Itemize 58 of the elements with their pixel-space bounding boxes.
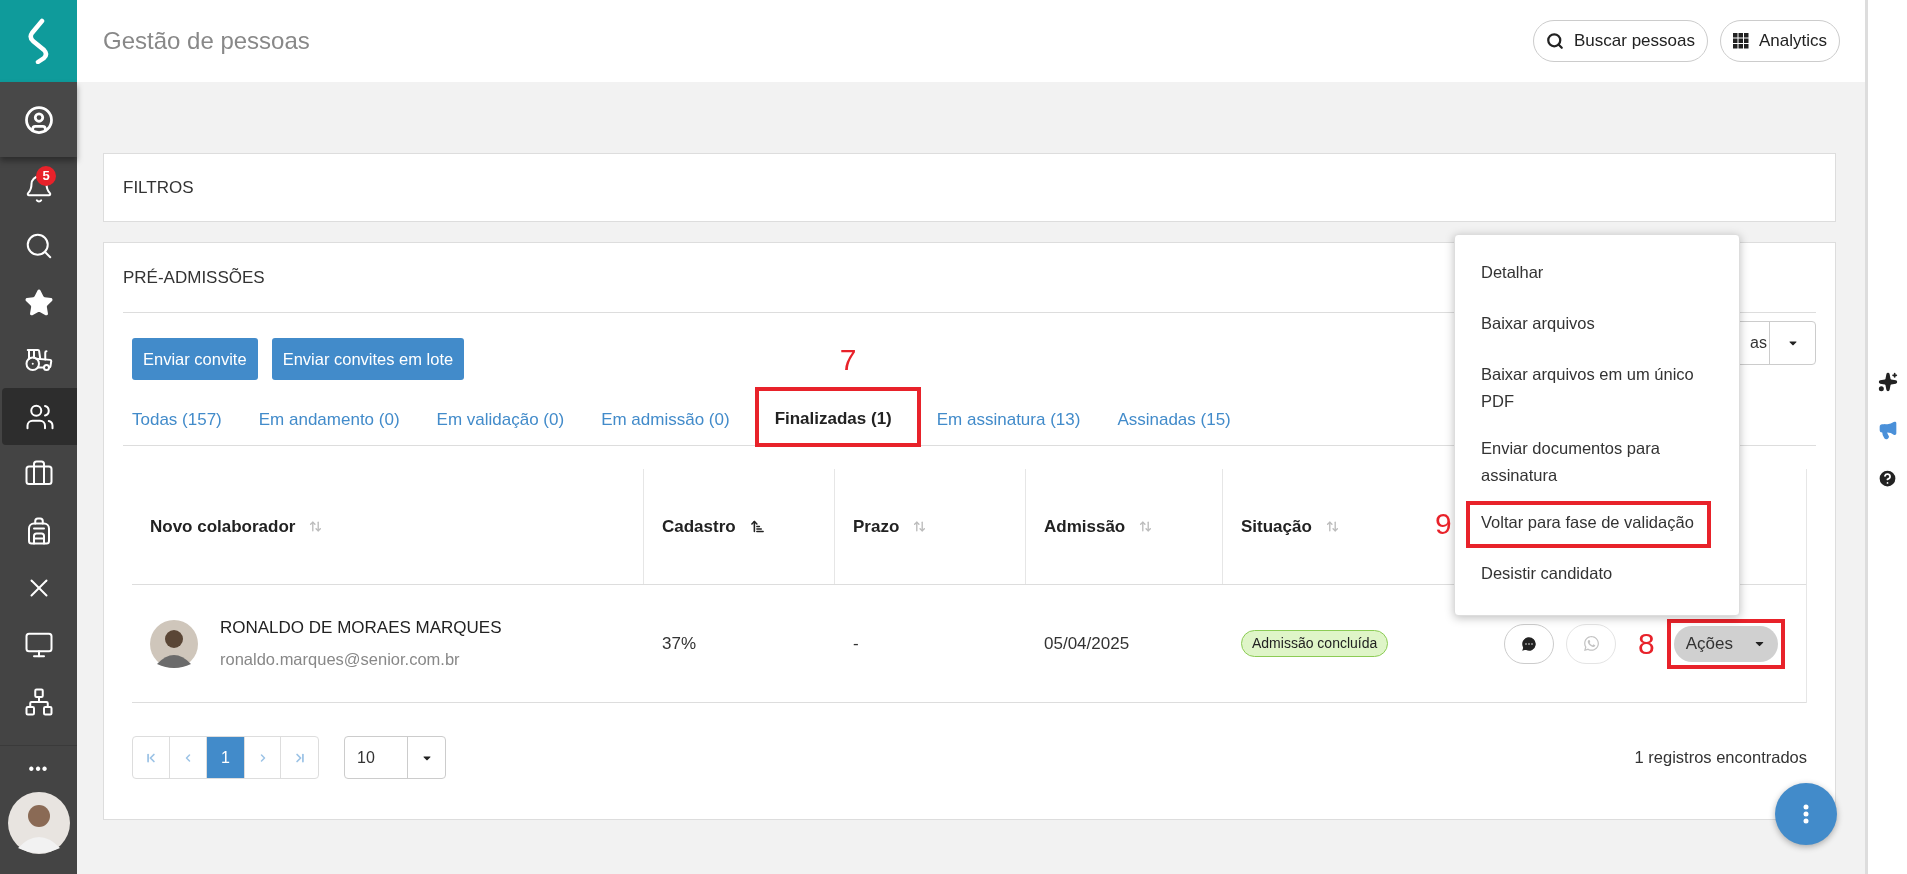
primary-button[interactable]: Enviar convite bbox=[132, 338, 258, 380]
tab[interactable]: Em admissão (0) bbox=[592, 395, 739, 445]
table-cell-text: 05/04/2025 bbox=[1043, 632, 1131, 655]
annotation-number: 9 bbox=[1435, 509, 1452, 539]
megaphone-icon[interactable] bbox=[1877, 420, 1898, 440]
user-icon bbox=[23, 104, 54, 135]
tab[interactable]: Em validação (0) bbox=[427, 395, 574, 445]
page-title: Gestão de pessoas bbox=[103, 26, 310, 56]
column-header: Cadastro bbox=[662, 515, 736, 538]
table-cell-text: 37% bbox=[661, 632, 698, 655]
menu-item[interactable]: Detalhar bbox=[1481, 259, 1713, 290]
header-button[interactable]: Buscar pessoas bbox=[1533, 20, 1708, 62]
page-button[interactable]: 1 bbox=[207, 737, 244, 778]
tab[interactable]: Em assinatura (13) bbox=[927, 395, 1090, 445]
column-header: Novo colaborador bbox=[150, 515, 296, 538]
records-count: 1 registros encontrados bbox=[1634, 747, 1807, 769]
more-button[interactable]: ••• bbox=[28, 746, 49, 792]
profile-item[interactable] bbox=[0, 82, 77, 157]
employee-email: ronaldo.marques@senior.com.br bbox=[220, 648, 461, 670]
annotation-number: 8 bbox=[1638, 628, 1655, 659]
more-vertical-icon bbox=[1803, 804, 1809, 824]
sidebar-item[interactable] bbox=[2, 388, 77, 445]
floating-action-button[interactable] bbox=[1775, 783, 1837, 845]
primary-button[interactable]: Enviar convites em lote bbox=[271, 338, 465, 380]
tab[interactable]: Finalizadas (1) bbox=[757, 395, 909, 445]
menu-item[interactable]: Voltar para fase de validação bbox=[1481, 509, 1713, 540]
chat-icon bbox=[1520, 634, 1538, 653]
grid-icon bbox=[1732, 33, 1749, 49]
avatar bbox=[150, 619, 198, 668]
actions-button[interactable]: Ações bbox=[1673, 625, 1778, 662]
status-badge: Admissão concluída bbox=[1241, 630, 1389, 657]
whatsapp-icon bbox=[1582, 635, 1600, 652]
help-icon[interactable] bbox=[1877, 468, 1898, 489]
panel-title: PRÉ-ADMISSÕES bbox=[123, 266, 265, 289]
annotation-number: 7 bbox=[839, 345, 857, 375]
sparkles-icon[interactable] bbox=[1877, 372, 1898, 392]
page-size-value: 10 bbox=[356, 747, 376, 768]
page-size-select[interactable]: 10 bbox=[344, 736, 446, 779]
column-header: Situação bbox=[1241, 515, 1312, 538]
menu-item[interactable]: Desistir candidato bbox=[1481, 560, 1713, 591]
header-button[interactable]: Analytics bbox=[1719, 20, 1840, 62]
menu-item[interactable]: Enviar documentos para assinatura bbox=[1481, 435, 1713, 489]
column-header: Prazo bbox=[853, 515, 900, 538]
sort-ascending-icon[interactable] bbox=[749, 519, 765, 534]
search-icon bbox=[1546, 32, 1564, 50]
notification-badge: 5 bbox=[36, 166, 56, 186]
filters-panel[interactable]: FILTROS bbox=[103, 153, 1836, 222]
panel-title: FILTROS bbox=[123, 176, 194, 199]
tab[interactable]: Assinadas (15) bbox=[1108, 395, 1240, 445]
employee-name: RONALDO DE MORAES MARQUES bbox=[220, 617, 502, 640]
table-cell-text: - bbox=[852, 632, 860, 655]
sidebar-item[interactable]: 5 bbox=[0, 160, 77, 217]
tab[interactable]: Em andamento (0) bbox=[249, 395, 409, 445]
network-icon bbox=[23, 686, 54, 717]
tab[interactable]: Todas (157) bbox=[123, 395, 231, 445]
star-icon bbox=[23, 287, 54, 318]
column-header: Admissão bbox=[1044, 515, 1126, 538]
avatar[interactable] bbox=[7, 792, 70, 854]
